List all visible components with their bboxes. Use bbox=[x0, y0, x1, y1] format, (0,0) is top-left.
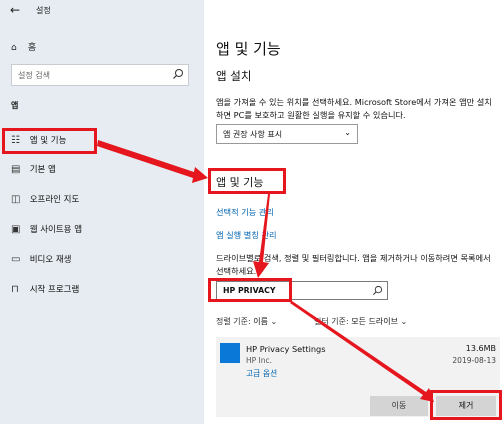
sidebar-item-label: 시작 프로그램 bbox=[29, 285, 80, 295]
app-size: 13.6MB bbox=[465, 344, 496, 353]
offline-maps-icon: ◫ bbox=[11, 194, 21, 205]
sort-control[interactable]: 정렬 기준: 이름 ⌄ bbox=[216, 316, 277, 327]
install-description: 앱을 가져올 수 있는 위치를 선택하세요. Microsoft Store에서… bbox=[216, 97, 492, 120]
filter-label: 필터 기준: bbox=[314, 317, 349, 326]
chevron-down-icon: ⌄ bbox=[344, 128, 351, 137]
nav-home[interactable]: ⌂ 홈 bbox=[11, 40, 36, 53]
back-arrow-icon[interactable]: ← bbox=[10, 3, 20, 17]
app-aliases-link[interactable]: 앱 실행 별칭 관리 bbox=[216, 229, 277, 241]
page-title: 앱 및 기능 bbox=[216, 40, 281, 58]
startup-icon: ⊓ bbox=[11, 284, 19, 295]
sidebar-item-apps-for-websites[interactable]: ▣ 웹 사이트용 앱 bbox=[11, 222, 82, 238]
advanced-options-link[interactable]: 고급 옵션 bbox=[246, 368, 277, 379]
filter-value: 모든 드라이브 bbox=[351, 317, 398, 326]
dropdown-value: 앱 권장 사항 표시 bbox=[223, 130, 283, 139]
window-title: 설정 bbox=[36, 6, 51, 15]
sidebar-item-video-playback[interactable]: ▭ 비디오 재생 bbox=[11, 252, 72, 268]
install-source-dropdown[interactable]: 앱 권장 사항 표시 ⌄ bbox=[216, 124, 358, 144]
annotation-highlight-search bbox=[208, 278, 292, 302]
search-icon bbox=[173, 69, 183, 79]
sidebar-item-label: 기본 앱 bbox=[29, 165, 56, 175]
move-button[interactable]: 이동 bbox=[370, 396, 428, 416]
features-description: 드라이브별로 검색, 정렬 및 필터링합니다. 앱을 제거하거나 이동하려면 목… bbox=[216, 253, 491, 276]
chevron-down-icon: ⌄ bbox=[270, 317, 278, 326]
chevron-down-icon: ⌄ bbox=[400, 317, 408, 326]
optional-features-link[interactable]: 선택적 기능 관리 bbox=[216, 206, 274, 218]
annotation-highlight-sidebar bbox=[2, 128, 97, 154]
sidebar-item-startup[interactable]: ⊓ 시작 프로그램 bbox=[11, 282, 79, 298]
video-playback-icon: ▭ bbox=[11, 254, 21, 265]
sidebar: ← 설정 ⌂ 홈 설정 검색 앱 ☷ 앱 및 기능 ▤ 기본 앱 ◫ 오프라인 … bbox=[0, 0, 204, 424]
settings-search-input[interactable]: 설정 검색 bbox=[11, 64, 189, 86]
install-heading: 앱 설치 bbox=[216, 69, 252, 83]
app-name: HP Privacy Settings bbox=[246, 344, 326, 354]
nav-home-label: 홈 bbox=[27, 43, 37, 53]
app-date: 2019-08-13 bbox=[452, 356, 496, 365]
filter-control[interactable]: 필터 기준: 모든 드라이브 ⌄ bbox=[314, 316, 407, 327]
sort-label: 정렬 기준: bbox=[216, 317, 251, 326]
sort-value: 이름 bbox=[253, 317, 268, 326]
sidebar-item-default-apps[interactable]: ▤ 기본 앱 bbox=[11, 162, 56, 178]
search-placeholder: 설정 검색 bbox=[18, 71, 50, 80]
sidebar-item-label: 비디오 재생 bbox=[29, 255, 72, 265]
annotation-highlight-uninstall bbox=[430, 390, 502, 420]
sidebar-item-offline-maps[interactable]: ◫ 오프라인 지도 bbox=[11, 192, 79, 208]
apps-for-websites-icon: ▣ bbox=[11, 224, 21, 235]
search-icon bbox=[372, 285, 383, 296]
sidebar-item-label: 오프라인 지도 bbox=[29, 195, 80, 205]
annotation-highlight-heading bbox=[208, 168, 286, 194]
home-icon: ⌂ bbox=[11, 43, 17, 53]
section-label-apps: 앱 bbox=[11, 101, 19, 110]
app-publisher: HP Inc. bbox=[246, 356, 273, 365]
hp-app-icon bbox=[220, 343, 240, 363]
default-apps-icon: ▤ bbox=[11, 164, 21, 175]
sidebar-item-label: 웹 사이트용 앱 bbox=[29, 225, 83, 235]
